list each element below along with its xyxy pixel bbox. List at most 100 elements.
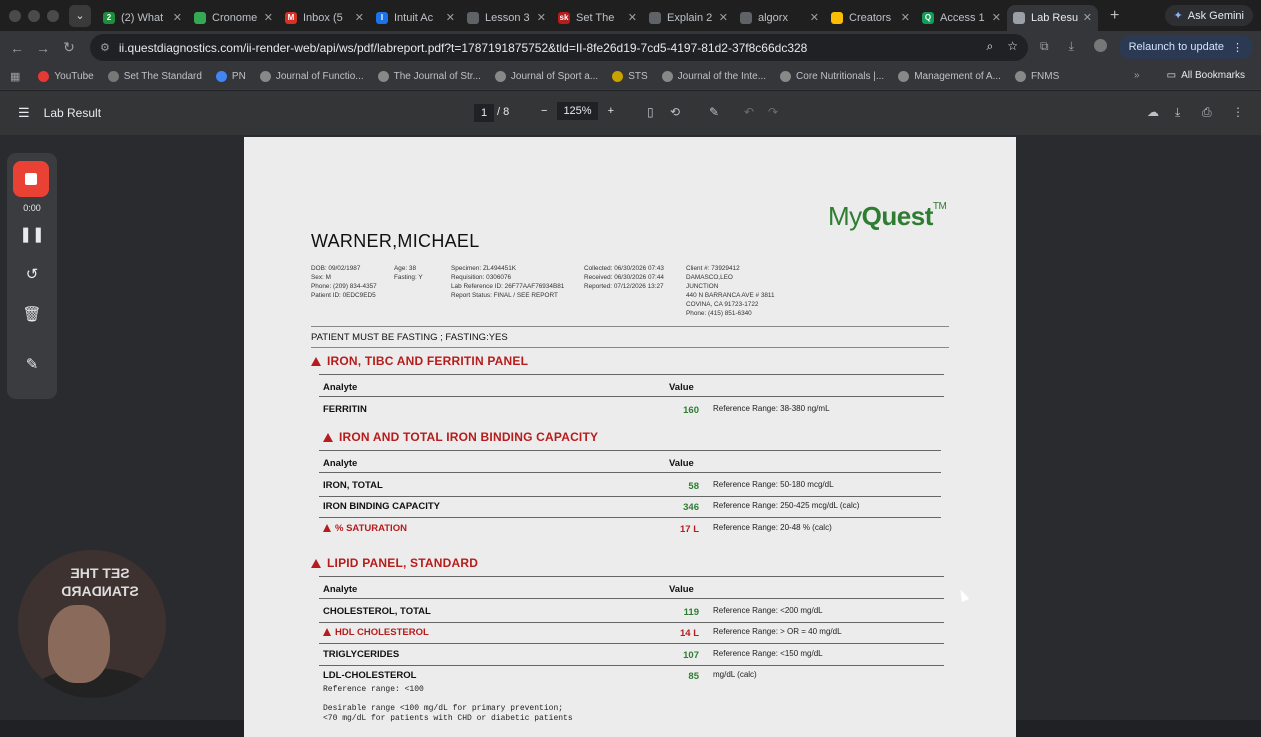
profile-avatar[interactable] xyxy=(1093,39,1107,52)
bookmark-favicon-icon xyxy=(377,71,389,82)
table-rule xyxy=(319,374,944,375)
forward-button[interactable]: → xyxy=(30,40,56,56)
divider xyxy=(311,347,949,348)
column-header-analyte: Analyte xyxy=(323,458,358,469)
bookmark-item[interactable]: Set The Standard xyxy=(107,71,202,82)
undo-icon[interactable]: ↶ xyxy=(744,105,754,119)
bookmark-list: YouTube Set The Standard PN Journal of Func… xyxy=(38,71,1073,82)
tab-1[interactable]: Cronome ✕ xyxy=(188,5,279,31)
pause-icon[interactable]: ❚❚ xyxy=(7,225,57,243)
extensions-icon[interactable]: ⧉ xyxy=(1040,39,1049,54)
trash-icon[interactable]: 🗑 xyxy=(7,305,57,323)
address-bar[interactable]: ⚙ ii.questdiagnostics.com/ii-render-web/… xyxy=(90,34,1028,61)
reference-range: mg/dL (calc) xyxy=(713,669,757,679)
back-button[interactable]: ← xyxy=(4,40,30,56)
webcam-bubble[interactable]: SET THE STANDARD xyxy=(18,550,166,698)
downloads-icon[interactable]: ⤓ xyxy=(1069,39,1074,54)
analyte-label: % SATURATION xyxy=(335,522,407,534)
zoom-in-button[interactable]: + xyxy=(608,105,614,117)
site-info-icon[interactable]: ⚙ xyxy=(100,41,110,54)
bookmark-item[interactable]: Journal of Sport a... xyxy=(494,71,598,82)
close-tab-icon[interactable]: ✕ xyxy=(537,11,546,24)
bookmark-item[interactable]: FNMS xyxy=(1014,71,1059,82)
close-window-button[interactable] xyxy=(9,9,21,22)
close-tab-icon[interactable]: ✕ xyxy=(810,11,819,24)
close-tab-icon[interactable]: ✕ xyxy=(901,11,910,24)
close-tab-icon[interactable]: ✕ xyxy=(628,11,637,24)
bookmarks-overflow-icon[interactable]: » xyxy=(1134,70,1140,81)
close-tab-icon[interactable]: ✕ xyxy=(264,11,273,24)
bookmark-item[interactable]: PN xyxy=(215,71,246,82)
ask-gemini-button[interactable]: ✦ Ask Gemini xyxy=(1164,5,1253,26)
tab-5[interactable]: sk Set The ✕ xyxy=(552,5,643,31)
bookmark-item[interactable]: Journal of the Inte... xyxy=(661,71,766,82)
row-rule xyxy=(319,643,944,645)
flag-warning-icon xyxy=(323,628,331,637)
tab-7[interactable]: algorx ✕ xyxy=(734,5,825,31)
zoom-icon[interactable]: ⌕ xyxy=(987,39,994,54)
stop-recording-button[interactable] xyxy=(13,161,49,197)
close-tab-icon[interactable]: ✕ xyxy=(1083,11,1092,24)
zoom-out-button[interactable]: − xyxy=(541,105,547,117)
analyte-name: FERRITIN xyxy=(323,404,367,415)
bookmark-item[interactable]: Core Nutritionals |... xyxy=(780,71,884,82)
close-tab-icon[interactable]: ✕ xyxy=(446,11,455,24)
new-tab-button[interactable]: + xyxy=(1110,7,1119,25)
bookmark-item[interactable]: Management of A... xyxy=(898,71,1001,82)
tab-title: Lesson 3 xyxy=(485,11,530,24)
tab-9[interactable]: Q Access 1 ✕ xyxy=(916,5,1007,31)
bookmark-item[interactable]: The Journal of Str... xyxy=(377,71,481,82)
download-icon[interactable]: ⤓ xyxy=(1175,105,1180,120)
meta-line: Sex: M xyxy=(311,274,331,281)
close-tab-icon[interactable]: ✕ xyxy=(719,11,728,24)
more-menu-icon[interactable]: ⋮ xyxy=(1232,41,1243,54)
close-tab-icon[interactable]: ✕ xyxy=(992,11,1001,24)
redo-icon[interactable]: ↷ xyxy=(768,105,778,119)
annotate-icon[interactable]: ✎ xyxy=(709,105,719,119)
zoom-window-button[interactable] xyxy=(47,9,59,22)
bookmark-item[interactable]: YouTube xyxy=(38,71,94,82)
minimize-window-button[interactable] xyxy=(28,9,40,22)
url-text[interactable]: ii.questdiagnostics.com/ii-render-web/ap… xyxy=(119,41,807,55)
tab-2[interactable]: M Inbox (5 ✕ xyxy=(279,5,370,31)
row-rule xyxy=(319,496,941,497)
favicon-icon xyxy=(467,11,479,24)
tab-search-button[interactable]: ⌄ xyxy=(69,4,91,27)
draw-icon[interactable]: ✎ xyxy=(7,355,57,373)
warning-icon xyxy=(323,433,333,442)
result-value: 17 L xyxy=(679,523,699,535)
meta-line: Client #: 73929412 xyxy=(686,265,740,272)
apps-icon[interactable]: ▦ xyxy=(10,70,20,83)
tab-0[interactable]: 2 (2) What ✕ xyxy=(97,5,188,31)
tab-8[interactable]: Creators ✕ xyxy=(825,5,916,31)
collection-dates: Collected: 06/30/2026 07:43 Received: 06/… xyxy=(584,264,664,291)
close-tab-icon[interactable]: ✕ xyxy=(355,11,364,24)
patient-demographics: DOB: 09/02/1987 Sex: M Phone: (209) 834-43… xyxy=(311,264,377,300)
bookmark-favicon-icon xyxy=(1014,71,1026,82)
bookmark-item[interactable]: STS xyxy=(612,71,648,82)
pdf-more-icon[interactable]: ⋮ xyxy=(1232,105,1244,119)
reload-button[interactable]: ↻ xyxy=(56,39,82,56)
table-rule xyxy=(319,472,941,473)
pdf-menu-icon[interactable]: ☰ xyxy=(18,105,30,121)
close-tab-icon[interactable]: ✕ xyxy=(173,11,182,24)
meta-line: Collected: 06/30/2026 07:43 xyxy=(584,265,664,272)
table-rule xyxy=(319,576,944,577)
restart-icon[interactable]: ↺ xyxy=(7,265,57,283)
all-bookmarks-button[interactable]: ▭ All Bookmarks xyxy=(1167,70,1245,81)
page-number-input[interactable]: 1 xyxy=(474,104,494,122)
bookmark-star-icon[interactable]: ☆ xyxy=(1007,39,1018,54)
drive-save-icon[interactable]: ☁ xyxy=(1147,105,1159,119)
zoom-level-input[interactable]: 125% xyxy=(557,102,598,120)
print-icon[interactable]: ⎙ xyxy=(1202,105,1212,120)
pdf-viewer[interactable]: MyQuestTM WARNER,MICHAEL DOB: 09/02/1987… xyxy=(0,135,1261,737)
rotate-icon[interactable]: ⟲ xyxy=(670,105,680,119)
relaunch-button[interactable]: Relaunch to update ⋮ xyxy=(1118,35,1253,59)
table-rule xyxy=(319,396,944,397)
tab-3[interactable]: I Intuit Ac ✕ xyxy=(370,5,461,31)
tab-4[interactable]: Lesson 3 ✕ xyxy=(461,5,552,31)
bookmark-item[interactable]: Journal of Functio... xyxy=(259,71,364,82)
tab-6[interactable]: Explain 2 ✕ xyxy=(643,5,734,31)
fit-page-icon[interactable]: ▯ xyxy=(647,105,654,119)
tab-10[interactable]: Lab Resu ✕ xyxy=(1007,4,1098,31)
